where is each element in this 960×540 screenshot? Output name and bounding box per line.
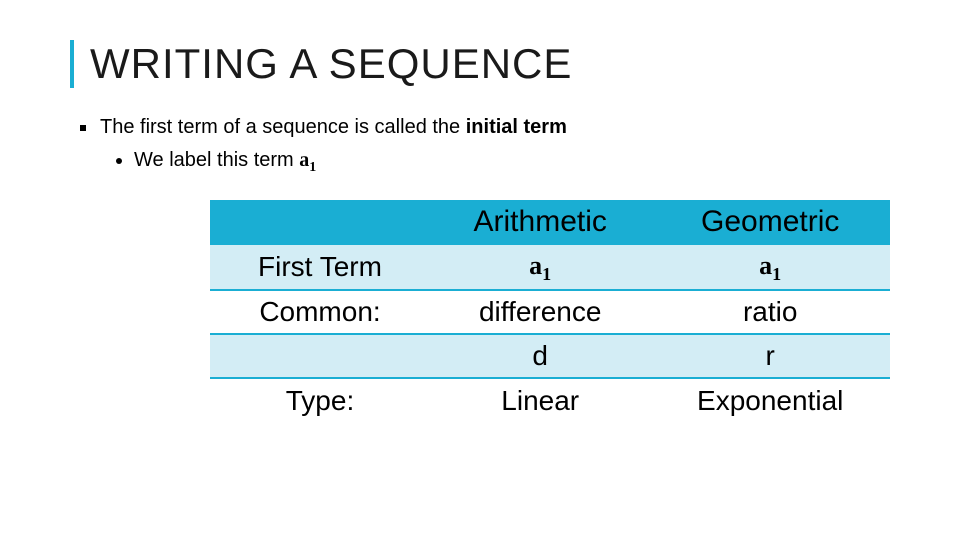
bullet-bold: initial term <box>466 116 567 138</box>
cell-symbol-arith: d <box>430 334 650 378</box>
table: Arithmetic Geometric First Term a1 a1 Co… <box>210 200 890 422</box>
row-label: Common: <box>210 290 430 334</box>
bullet-item: The first term of a sequence is called t… <box>80 116 900 139</box>
table-row: First Term a1 a1 <box>210 244 890 290</box>
cell-common-arith: difference <box>430 290 650 334</box>
circle-bullet-icon <box>116 158 122 164</box>
header-arithmetic: Arithmetic <box>430 200 650 244</box>
sub-prefix: We label this term <box>134 149 299 171</box>
table-row: Type: Linear Exponential <box>210 378 890 422</box>
bullet-area: The first term of a sequence is called t… <box>80 116 900 176</box>
cell-type-arith: Linear <box>430 378 650 422</box>
header-blank <box>210 200 430 244</box>
row-label <box>210 334 430 378</box>
cell-first-term-geo: a1 <box>650 244 890 290</box>
row-label: Type: <box>210 378 430 422</box>
cell-type-geo: Exponential <box>650 378 890 422</box>
sub-bullet-text: We label this term a1 <box>134 149 316 176</box>
bullet-text: The first term of a sequence is called t… <box>100 116 567 139</box>
cell-common-geo: ratio <box>650 290 890 334</box>
comparison-table: Arithmetic Geometric First Term a1 a1 Co… <box>210 200 890 422</box>
title-block: WRITING A SEQUENCE <box>70 40 900 88</box>
page-title: WRITING A SEQUENCE <box>90 40 900 88</box>
slide: WRITING A SEQUENCE The first term of a s… <box>0 0 960 442</box>
math-a1: a1 <box>529 251 551 280</box>
square-bullet-icon <box>80 125 86 131</box>
row-label: First Term <box>210 244 430 290</box>
table-row: d r <box>210 334 890 378</box>
bullet-prefix: The first term of a sequence is called t… <box>100 116 466 138</box>
cell-symbol-geo: r <box>650 334 890 378</box>
cell-first-term-arith: a1 <box>430 244 650 290</box>
header-geometric: Geometric <box>650 200 890 244</box>
math-a1: a1 <box>759 251 781 280</box>
table-row: Common: difference ratio <box>210 290 890 334</box>
sub-bullet-item: We label this term a1 <box>116 149 900 176</box>
math-a1: a1 <box>299 149 316 171</box>
table-header-row: Arithmetic Geometric <box>210 200 890 244</box>
